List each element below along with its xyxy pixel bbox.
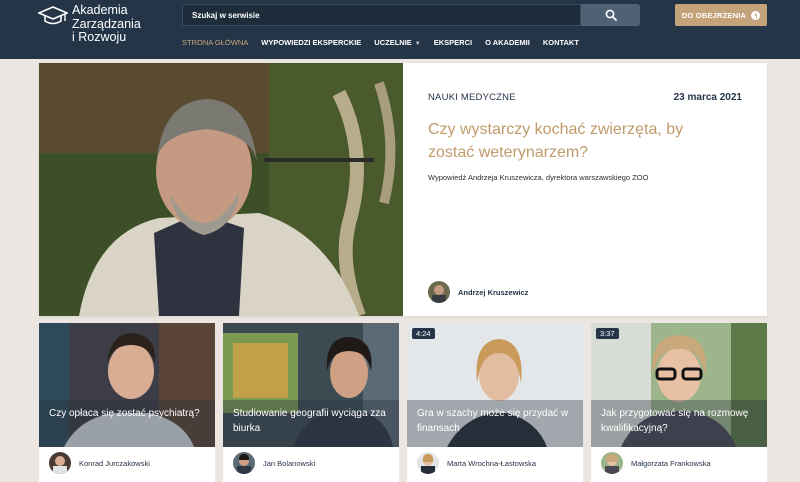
author-name: Jan Bolanowski [263,458,316,468]
avatar [601,452,623,474]
search-input[interactable] [182,4,581,26]
nav-item-home[interactable]: STRONA GŁÓWNA [182,38,248,47]
card-video-thumbnail[interactable]: 3:37 Jak przygotować się na rozmowę kwal… [591,323,767,447]
main-nav: STRONA GŁÓWNA WYPOWIEDZI EKSPERCKIE UCZE… [182,38,592,47]
article-card[interactable]: 3:37 Jak przygotować się na rozmowę kwal… [591,323,767,482]
card-title[interactable]: Gra w szachy może się przydać w finansac… [407,400,583,447]
featured-video-thumbnail[interactable] [39,63,403,316]
nav-item-experts[interactable]: EKSPERCI [434,38,472,47]
card-author[interactable]: Marta Wrochna-Łastowska [417,452,536,474]
article-card[interactable]: 4:24 Gra w szachy może się przydać w fin… [407,323,583,482]
article-author[interactable]: Andrzej Kruszewicz [428,281,528,303]
search-bar [182,4,640,26]
author-name: Marta Wrochna-Łastowska [447,458,537,468]
card-video-thumbnail[interactable]: Czy opłaca się zostać psychiatrą? [39,323,215,447]
site-logo[interactable]: Akademia Zarządzania i Rozwoju [38,3,141,45]
avatar [233,452,255,474]
article-excerpt: Wypowiedź Andrzeja Kruszewicza, dyrektor… [428,173,649,182]
nav-item-expert-statements[interactable]: WYPOWIEDZI EKSPERCKIE [261,38,361,47]
nav-item-about[interactable]: O AKADEMII [485,38,530,47]
card-author[interactable]: Małgorzata Frankowska [601,452,711,474]
featured-content: NAUKI MEDYCZNE 23 marca 2021 Czy wystarc… [403,63,767,316]
author-name: Andrzej Kruszewicz [458,287,529,297]
site-header: Akademia Zarządzania i Rozwoju DO OBEJRZ… [0,0,800,59]
author-name: Małgorzata Frankowska [631,458,711,468]
clock-icon [751,10,761,20]
graduation-cap-icon [38,6,68,25]
featured-article[interactable]: NAUKI MEDYCZNE 23 marca 2021 Czy wystarc… [39,63,767,316]
watch-later-label: DO OBEJRZENIA [681,10,747,20]
card-author[interactable]: Jan Bolanowski [233,452,315,474]
nav-item-contact[interactable]: KONTAKT [543,38,579,47]
card-title[interactable]: Jak przygotować się na rozmowę kwalifika… [591,400,767,447]
card-video-thumbnail[interactable]: 4:24 Gra w szachy może się przydać w fin… [407,323,583,447]
article-category[interactable]: NAUKI MEDYCZNE [428,92,516,103]
avatar [417,452,439,474]
article-card[interactable]: Studiowanie geografii wyciąga zza biurka… [223,323,399,482]
card-video-thumbnail[interactable]: Studiowanie geografii wyciąga zza biurka [223,323,399,447]
article-card[interactable]: Czy opłaca się zostać psychiatrą? Konrad… [39,323,215,482]
search-icon [605,9,617,21]
article-title[interactable]: Czy wystarczy kochać zwierzęta, by zosta… [428,118,728,164]
search-button[interactable] [581,4,640,26]
video-duration-badge: 3:37 [596,328,619,339]
avatar [428,281,450,303]
video-duration-badge: 4:24 [412,328,435,339]
avatar [49,452,71,474]
card-title[interactable]: Studiowanie geografii wyciąga zza biurka [223,400,399,447]
chevron-down-icon: ▼ [414,41,421,47]
logo-text: Akademia Zarządzania i Rozwoju [72,3,141,44]
article-cards: Czy opłaca się zostać psychiatrą? Konrad… [39,323,767,482]
nav-item-universities-label: UCZELNIE [374,38,412,47]
card-title[interactable]: Czy opłaca się zostać psychiatrą? [39,400,215,447]
article-date: 23 marca 2021 [673,92,742,103]
watch-later-button[interactable]: DO OBEJRZENIA [675,4,767,26]
author-name: Konrad Jurczakowski [79,458,150,468]
card-author[interactable]: Konrad Jurczakowski [49,452,150,474]
nav-item-universities[interactable]: UCZELNIE ▼ [374,38,420,47]
featured-photo [39,63,403,316]
